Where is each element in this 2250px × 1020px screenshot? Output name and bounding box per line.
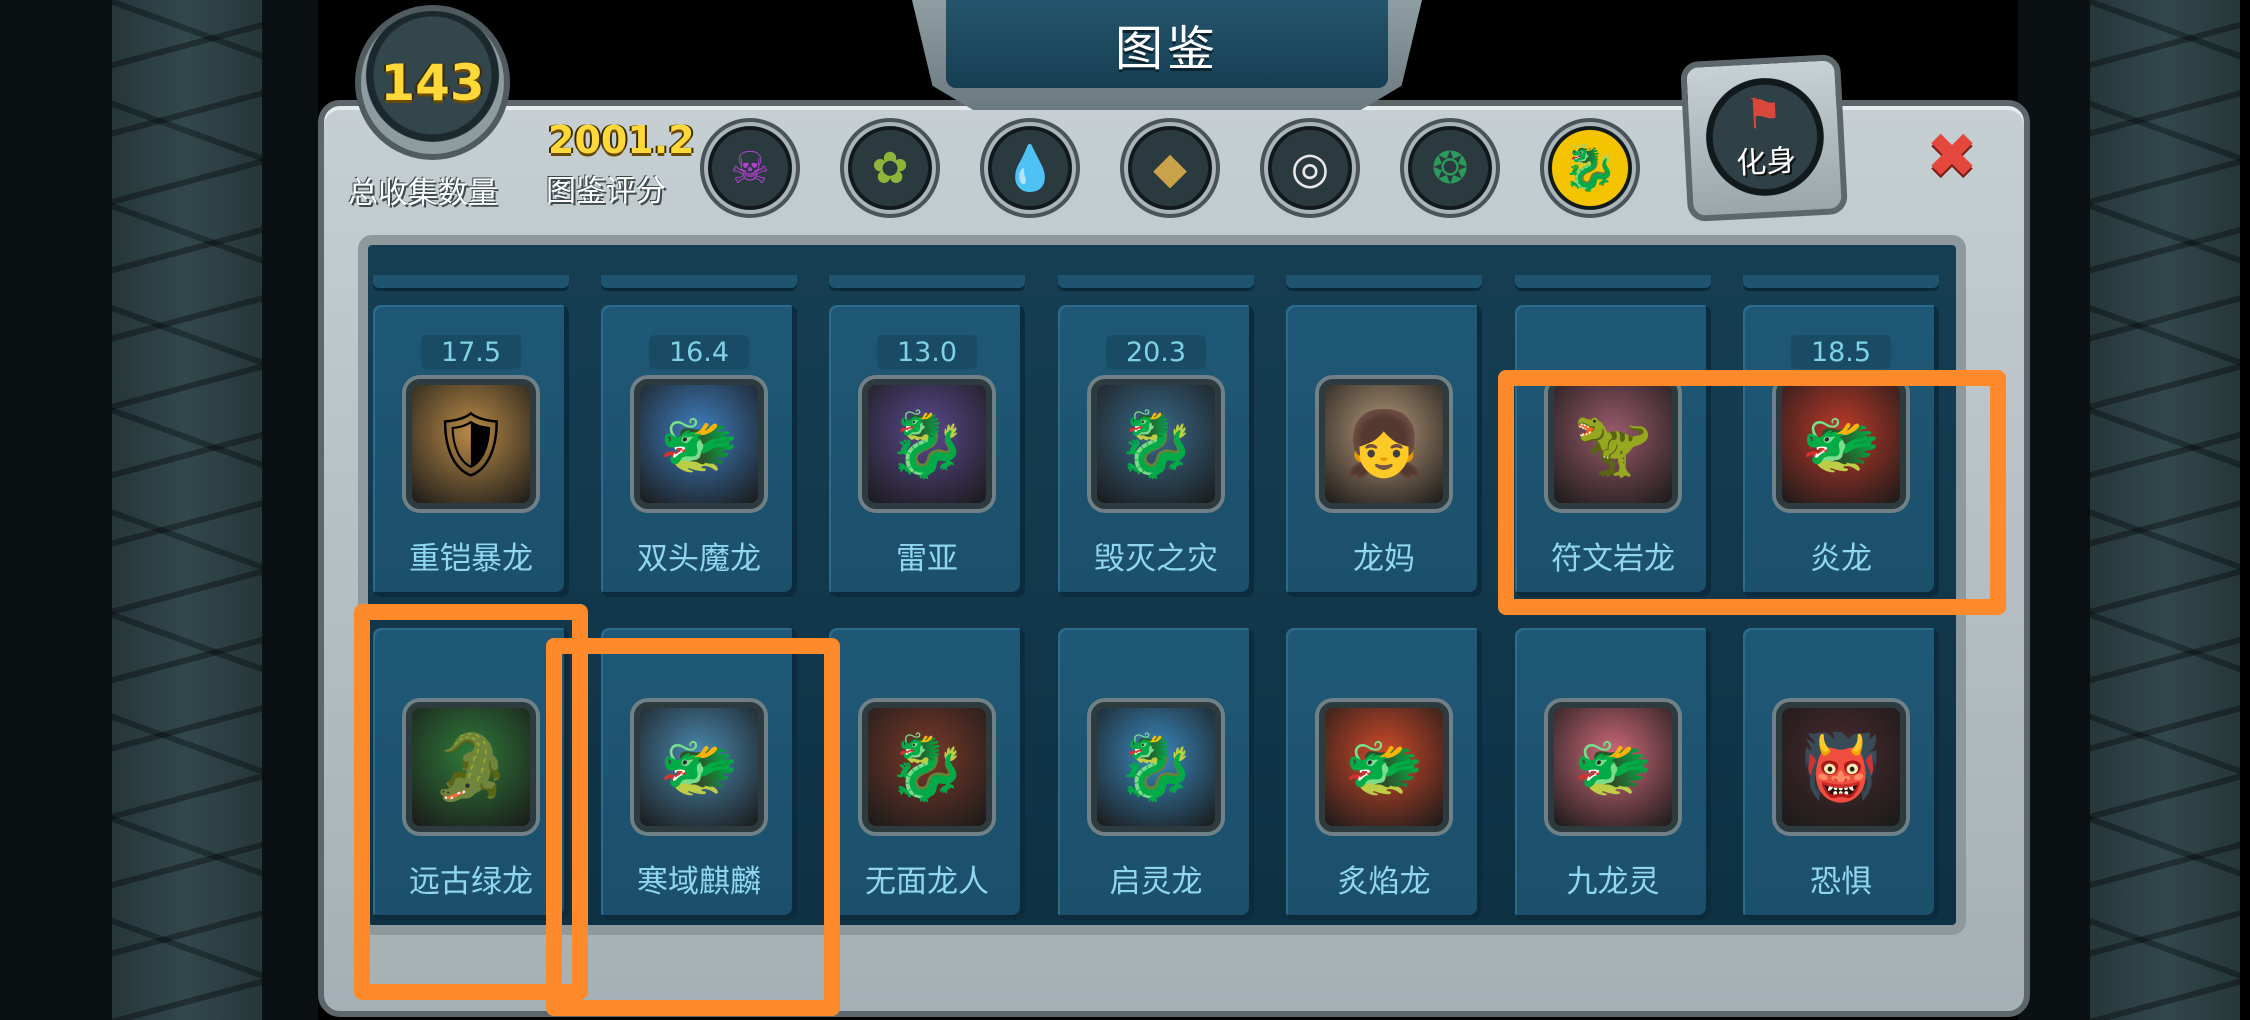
monster-grid: 17.5 🛡 重铠暴龙 16.4 🐲 双头魔龙 13.0 🐉 雷亚 20.3 🐉 毁灭之灾 👧 龙妈 🦖 符文… xyxy=(358,235,1966,935)
monster-name: 炙焰龙 xyxy=(1337,864,1431,900)
monster-card[interactable]: 20.3 🐉 毁灭之灾 xyxy=(1058,305,1254,597)
monster-card[interactable]: 16.4 🐲 双头魔龙 xyxy=(601,305,797,597)
codex-score-value: 2001.2 xyxy=(548,118,695,162)
monster-card[interactable]: 17.5 🛡 重铠暴龙 xyxy=(373,305,569,597)
avatar-button-label: 化身 xyxy=(1735,143,1798,182)
monster-card[interactable]: 🐊 远古绿龙 xyxy=(373,628,569,920)
monster-portrait: 🛡 xyxy=(406,379,536,509)
grid-row-divider xyxy=(1743,275,1939,291)
grid-row-divider xyxy=(601,275,797,291)
wind-element-icon: ❂ xyxy=(1431,142,1469,194)
page-title: 图鉴 xyxy=(946,0,1388,88)
element-filter-button[interactable]: 🐉 xyxy=(1540,118,1640,218)
monster-card[interactable]: 🐲 炙焰龙 xyxy=(1286,628,1482,920)
right-stone-wall xyxy=(2090,0,2240,1020)
dragon-element-icon: 🐉 xyxy=(1562,143,1618,194)
monster-portrait: 🐉 xyxy=(862,379,992,509)
grid-row-divider xyxy=(373,275,569,291)
water-element-icon: 💧 xyxy=(1002,143,1058,194)
monster-portrait-icon: 🐲 xyxy=(1344,730,1424,805)
monster-name: 龙妈 xyxy=(1353,541,1415,577)
monster-portrait: 🐉 xyxy=(1091,702,1221,832)
collected-count-badge: 143 xyxy=(355,5,510,160)
monster-portrait-icon: 👧 xyxy=(1344,407,1424,482)
monster-card[interactable]: 🐲 寒域麒麟 xyxy=(601,628,797,920)
monster-portrait: 🐊 xyxy=(406,702,536,832)
monster-card[interactable]: 🐲 九龙灵 xyxy=(1515,628,1711,920)
monster-name: 双头魔龙 xyxy=(637,541,761,577)
close-icon[interactable]: ✖ xyxy=(1922,125,1982,187)
grid-row-divider xyxy=(829,275,1025,291)
monster-portrait-icon: 🐉 xyxy=(887,407,967,482)
monster-portrait-icon: 🐉 xyxy=(1116,407,1196,482)
monster-name: 远古绿龙 xyxy=(409,864,533,900)
nature-element-icon: ✿ xyxy=(871,142,909,194)
grid-row-divider xyxy=(1515,275,1711,291)
monster-card[interactable]: 🐉 无面龙人 xyxy=(829,628,1025,920)
collected-count-label: 总收集数量 xyxy=(348,176,498,211)
monster-name: 炎龙 xyxy=(1810,541,1872,577)
grid-row-divider xyxy=(1058,275,1254,291)
monster-portrait: 👹 xyxy=(1776,702,1906,832)
monster-portrait: 🦖 xyxy=(1548,379,1678,509)
monster-portrait: 🐲 xyxy=(634,379,764,509)
monster-card[interactable]: 18.5 🐲 炎龙 xyxy=(1743,305,1939,597)
monster-portrait-icon: 🐲 xyxy=(659,407,739,482)
left-dark-edge xyxy=(0,0,112,1020)
element-filter-button[interactable]: ◎ xyxy=(1260,118,1360,218)
monster-name: 雷亚 xyxy=(896,541,958,577)
element-filter-button[interactable]: ☠ xyxy=(700,118,800,218)
monster-score-tag: 16.4 xyxy=(649,335,749,369)
monster-portrait-icon: 🦖 xyxy=(1573,407,1653,482)
element-filter-button[interactable]: ✿ xyxy=(840,118,940,218)
element-filter-button[interactable]: ◆ xyxy=(1120,118,1220,218)
monster-name: 启灵龙 xyxy=(1109,864,1203,900)
monster-card[interactable]: 👹 恐惧 xyxy=(1743,628,1939,920)
monster-card[interactable]: 🐉 启灵龙 xyxy=(1058,628,1254,920)
monster-card[interactable]: 👧 龙妈 xyxy=(1286,305,1482,597)
monster-portrait-icon: 🛡 xyxy=(430,407,512,482)
codex-score-label: 图鉴评分 xyxy=(546,174,666,209)
element-filter-button[interactable]: ❂ xyxy=(1400,118,1500,218)
monster-portrait-icon: 🐉 xyxy=(1116,730,1196,805)
monster-score-tag: 20.3 xyxy=(1106,335,1206,369)
monster-name: 九龙灵 xyxy=(1566,864,1660,900)
monster-portrait-icon: 🐉 xyxy=(887,730,967,805)
monster-name: 恐惧 xyxy=(1810,864,1872,900)
left-gap xyxy=(262,0,318,1020)
monster-portrait-icon: 🐲 xyxy=(659,730,739,805)
monster-name: 重铠暴龙 xyxy=(409,541,533,577)
light-element-icon: ◎ xyxy=(1290,142,1330,194)
monster-portrait: 🐉 xyxy=(862,702,992,832)
skull-element-icon: ☠ xyxy=(730,142,770,194)
monster-name: 毁灭之灾 xyxy=(1094,541,1218,577)
element-filter-button[interactable]: 💧 xyxy=(980,118,1080,218)
monster-card[interactable]: 🦖 符文岩龙 xyxy=(1515,305,1711,597)
monster-portrait: 🐉 xyxy=(1091,379,1221,509)
monster-portrait: 🐲 xyxy=(1319,702,1449,832)
monster-portrait-icon: 🐲 xyxy=(1573,730,1653,805)
avatar-button[interactable]: ⚑ 化身 xyxy=(1679,53,1849,223)
monster-score-tag: 18.5 xyxy=(1791,335,1891,369)
monster-name: 无面龙人 xyxy=(865,864,989,900)
monster-score-tag: 13.0 xyxy=(877,335,977,369)
monster-portrait: 🐲 xyxy=(1776,379,1906,509)
monster-portrait: 🐲 xyxy=(1548,702,1678,832)
rock-element-icon: ◆ xyxy=(1153,142,1187,194)
grid-row-divider xyxy=(1286,275,1482,291)
monster-score-tag: 17.5 xyxy=(421,335,521,369)
monster-card[interactable]: 13.0 🐉 雷亚 xyxy=(829,305,1025,597)
monster-portrait-icon: 🐊 xyxy=(431,730,511,805)
monster-portrait: 👧 xyxy=(1319,379,1449,509)
flag-icon: ⚑ xyxy=(1743,88,1784,139)
monster-name: 符文岩龙 xyxy=(1551,541,1675,577)
monster-portrait-icon: 👹 xyxy=(1801,730,1881,805)
left-stone-wall xyxy=(112,0,262,1020)
monster-portrait-icon: 🐲 xyxy=(1801,407,1881,482)
avatar-button-face: ⚑ 化身 xyxy=(1702,74,1827,199)
monster-portrait: 🐲 xyxy=(634,702,764,832)
monster-name: 寒域麒麟 xyxy=(637,864,761,900)
